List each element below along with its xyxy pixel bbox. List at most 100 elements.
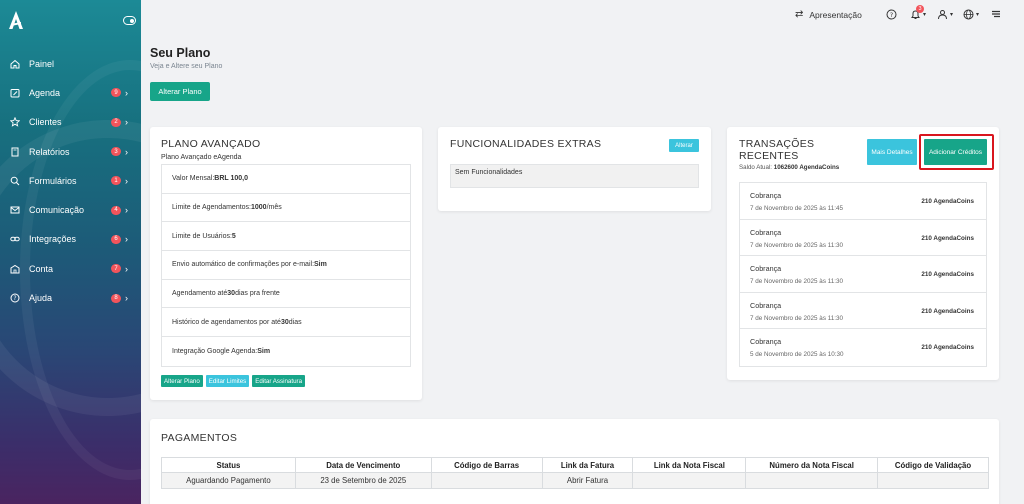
row-label: Valor Mensal: bbox=[172, 175, 215, 183]
extras-card: FUNCIONALIDADES EXTRAS Alterar Sem Funci… bbox=[438, 127, 711, 211]
sidebar-item-label: Ajuda bbox=[29, 293, 53, 304]
payments-title: PAGAMENTOS bbox=[161, 432, 238, 444]
column-header: Link da Fatura bbox=[541, 457, 634, 473]
transaction-date: 5 de Novembro de 2025 às 10:30 bbox=[750, 351, 844, 359]
list-item: Limite de Agendamentos: 1000/mês bbox=[162, 194, 410, 223]
transactions-title: TRANSAÇÕES RECENTES bbox=[739, 138, 815, 162]
presentation-button[interactable]: ⇄ Apresentação bbox=[795, 9, 862, 20]
search-icon bbox=[10, 176, 20, 186]
row-label: Agendamento até bbox=[172, 290, 228, 298]
change-plan-small-button[interactable]: Alterar Plano bbox=[161, 375, 203, 387]
chevron-right-icon: › bbox=[125, 87, 128, 98]
help-icon: ? bbox=[886, 9, 897, 20]
chevron-right-icon: › bbox=[125, 234, 128, 245]
edit-subscription-button[interactable]: Editar Assinatura bbox=[252, 375, 306, 387]
column-header: Número da Nota Fiscal bbox=[745, 457, 879, 473]
star-icon bbox=[10, 117, 20, 127]
balance-label: Saldo Atual: bbox=[739, 164, 774, 171]
menu-button[interactable] bbox=[991, 9, 1001, 19]
plan-actions: Alterar Plano Editar Limites Editar Assi… bbox=[161, 375, 306, 387]
transaction-name: Cobrança bbox=[750, 337, 782, 347]
barcode-cell bbox=[430, 472, 543, 489]
row-value: 30 bbox=[227, 290, 236, 298]
transaction-amount: 210 AgendaCoins bbox=[921, 271, 974, 279]
presentation-label: Apresentação bbox=[809, 9, 862, 20]
building-icon bbox=[10, 264, 20, 274]
sidebar-item-ajuda[interactable]: ? Ajuda 8 › bbox=[0, 283, 141, 312]
transaction-date: 7 de Novembro de 2025 às 11:45 bbox=[750, 205, 844, 212]
count-badge: 4 bbox=[111, 205, 121, 215]
row-label: Integração Google Agenda: bbox=[172, 347, 258, 355]
due-date-cell: 23 de Setembro de 2025 bbox=[294, 472, 432, 489]
open-invoice-link[interactable]: Abrir Fatura bbox=[541, 472, 634, 489]
svg-text:?: ? bbox=[890, 11, 893, 19]
change-extras-button[interactable]: Alterar bbox=[669, 139, 699, 152]
notifications-button[interactable]: 3 ▾ bbox=[910, 5, 927, 20]
chevron-right-icon: › bbox=[125, 293, 128, 304]
transaction-date: 7 de Novembro de 2025 às 11:30 bbox=[750, 278, 844, 286]
sidebar-item-conta[interactable]: Conta 7 › bbox=[0, 254, 141, 283]
user-menu-button[interactable]: ▾ bbox=[937, 9, 953, 20]
chevron-right-icon: › bbox=[125, 175, 128, 186]
sidebar-item-comunicacao[interactable]: Comunicação 4 › bbox=[0, 195, 141, 224]
topbar: ⇄ Apresentação ? 3 ▾ ▾ ▾ bbox=[141, 0, 1024, 34]
chevron-right-icon: › bbox=[125, 205, 128, 216]
plan-card: PLANO AVANÇADO Plano Avançado eAgenda Va… bbox=[150, 127, 422, 400]
sidebar-item-label: Clientes bbox=[29, 117, 62, 128]
sidebar-item-painel[interactable]: Painel bbox=[0, 49, 141, 78]
sidebar-item-agenda[interactable]: Agenda 9 › bbox=[0, 78, 141, 107]
mail-icon bbox=[10, 205, 20, 215]
chevron-down-icon: ▾ bbox=[950, 12, 954, 18]
chevron-down-icon: ▾ bbox=[923, 12, 927, 18]
more-details-button[interactable]: Mais Detalhes bbox=[867, 139, 917, 165]
row-value: 30 bbox=[280, 318, 289, 326]
transaction-name: Cobrança bbox=[750, 300, 782, 310]
help-button[interactable]: ? bbox=[886, 9, 897, 20]
row-suffix: /mês bbox=[266, 204, 282, 212]
count-badge: 6 bbox=[111, 234, 121, 244]
chevron-right-icon: › bbox=[125, 263, 128, 274]
list-item: Histórico de agendamentos por até 30 dia… bbox=[162, 308, 410, 338]
highlight-box bbox=[919, 134, 994, 170]
list-item: Limite de Usuários: 5 bbox=[162, 222, 410, 252]
row-value: BRL 100,0 bbox=[214, 175, 249, 183]
sidebar-item-integracoes[interactable]: Integrações 6 › bbox=[0, 225, 141, 254]
sidebar-item-formularios[interactable]: Formulários 1 › bbox=[0, 166, 141, 195]
link-icon bbox=[10, 234, 20, 244]
sidebar-toggle-icon[interactable] bbox=[123, 16, 136, 25]
sidebar-item-label: Agenda bbox=[29, 87, 61, 98]
transaction-amount: 210 AgendaCoins bbox=[921, 344, 974, 352]
sidebar-item-label: Conta bbox=[29, 263, 54, 274]
sidebar-nav: Painel Agenda 9 › Clientes 2 › Relatório… bbox=[0, 49, 141, 313]
change-plan-button[interactable]: Alterar Plano bbox=[150, 82, 210, 101]
count-badge: 9 bbox=[111, 88, 121, 98]
table-header-row: Status Data de Vencimento Código de Barr… bbox=[161, 457, 989, 473]
sidebar-item-relatorios[interactable]: Relatórios 3 › bbox=[0, 137, 141, 166]
sidebar-item-clientes[interactable]: Clientes 2 › bbox=[0, 108, 141, 137]
menu-icon bbox=[992, 10, 1000, 18]
count-badge: 7 bbox=[111, 264, 121, 274]
transaction-name: Cobrança bbox=[750, 227, 782, 237]
swap-icon: ⇄ bbox=[795, 9, 804, 20]
calendar-edit-icon bbox=[10, 88, 20, 98]
language-button[interactable]: ▾ bbox=[963, 9, 979, 20]
notification-count-badge: 3 bbox=[916, 5, 924, 13]
book-icon bbox=[10, 147, 20, 157]
column-header: Código de Validação bbox=[877, 457, 989, 473]
row-suffix: dias pra frente bbox=[235, 290, 280, 298]
transaction-amount: 210 AgendaCoins bbox=[921, 234, 974, 242]
home-icon bbox=[10, 59, 20, 69]
list-item: Cobrança 7 de Novembro de 2025 às 11:30 21… bbox=[740, 293, 986, 330]
row-label: Histórico de agendamentos por até bbox=[172, 318, 281, 326]
sidebar-item-label: Comunicação bbox=[29, 205, 85, 216]
column-header: Data de Vencimento bbox=[294, 457, 432, 473]
plan-subtitle: Plano Avançado eAgenda bbox=[161, 154, 242, 161]
list-item: Cobrança 5 de Novembro de 2025 às 10:30 21… bbox=[740, 329, 986, 366]
list-item: Valor Mensal: BRL 100,0 bbox=[162, 165, 410, 194]
balance-text: Saldo Atual: 1062600 AgendaCoins bbox=[739, 164, 839, 171]
transaction-name: Cobrança bbox=[750, 191, 782, 200]
globe-icon bbox=[963, 9, 974, 20]
edit-limits-button[interactable]: Editar Limites bbox=[205, 375, 250, 387]
count-badge: 8 bbox=[111, 293, 121, 303]
app-logo[interactable] bbox=[8, 10, 24, 30]
